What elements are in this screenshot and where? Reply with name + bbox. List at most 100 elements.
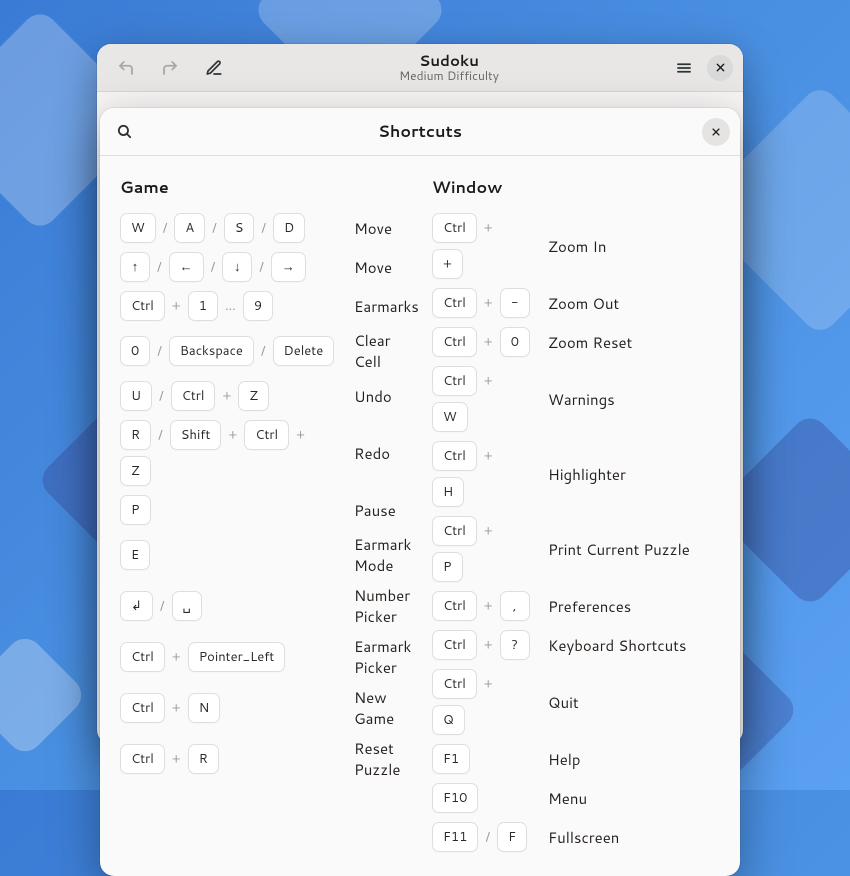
keys: Ctrl + P [432, 516, 530, 582]
shortcuts-dialog: Shortcuts Game W/A/S/DMove↑/←/↓/→MoveCtr… [100, 108, 740, 876]
separator: / [484, 828, 491, 846]
shortcut-row: Ctrl+RReset Puzzle [120, 738, 408, 780]
separator: / [260, 219, 267, 237]
key: Ctrl [120, 291, 165, 321]
key: F10 [432, 783, 478, 813]
shortcut-row: W/A/S/DMove [120, 213, 408, 243]
separator: / [157, 426, 164, 444]
keys: Ctrl+N [120, 693, 336, 723]
shortcut-description: Reset Puzzle [346, 738, 408, 780]
shortcut-description: Zoom In [540, 236, 606, 257]
shortcut-description: Warnings [540, 389, 615, 410]
undo-button[interactable] [111, 53, 141, 83]
key: ← [169, 252, 204, 282]
separator: + [483, 522, 494, 540]
key: Z [120, 456, 151, 486]
key: R [188, 744, 219, 774]
shortcut-row: F11 / F Fullscreen [432, 822, 720, 852]
shortcut-description: Keyboard Shortcuts [540, 635, 686, 656]
key: → [271, 252, 306, 282]
key: ↑ [120, 252, 150, 282]
search-icon[interactable] [110, 117, 138, 147]
separator: + [483, 636, 494, 654]
keys: Ctrl+, [432, 591, 530, 621]
dialog-title: Shortcuts [138, 120, 702, 143]
shortcut-row: ↑/←/↓/→Move [120, 252, 408, 282]
shortcut-row: Ctrl+WWarnings [432, 366, 720, 432]
key: Ctrl [432, 630, 477, 660]
separator: + [295, 426, 306, 444]
key: Backspace [169, 336, 254, 366]
shortcut-description: Redo [346, 443, 390, 464]
shortcut-row: Ctrl+-Zoom Out [432, 288, 720, 318]
key: R [120, 420, 151, 450]
key: ↲ [120, 591, 153, 621]
key: P [432, 552, 463, 582]
key: N [188, 693, 221, 723]
dialog-close-button[interactable] [702, 118, 730, 146]
key: ␣ [172, 591, 202, 621]
key: 1 [188, 291, 218, 321]
key: H [432, 477, 464, 507]
key: Ctrl [244, 420, 289, 450]
separator: + [171, 648, 182, 666]
shortcut-row: Ctrl+Pointer_LeftEarmark Picker [120, 636, 408, 678]
key: Delete [273, 336, 335, 366]
titlebar: Sudoku Medium Difficulty [97, 44, 743, 92]
shortcut-row: U/Ctrl+ZUndo [120, 381, 408, 411]
shortcut-row: Ctrl+QQuit [432, 669, 720, 735]
shortcut-description: Earmark Mode [346, 534, 411, 576]
key: , [500, 591, 530, 621]
key: Ctrl [432, 591, 477, 621]
key: Ctrl [432, 516, 477, 546]
window-rows: Ctrl++Zoom InCtrl+-Zoom OutCtrl+0Zoom Re… [432, 213, 720, 852]
shortcut-row: E Earmark Mode [120, 534, 408, 576]
shortcut-description: Preferences [540, 596, 631, 617]
key: W [120, 213, 156, 243]
shortcut-description: Print Current Puzzle [540, 539, 690, 560]
shortcut-description: New Game [346, 687, 408, 729]
key: F11 [432, 822, 478, 852]
keys: F10 [432, 783, 530, 813]
key: - [500, 288, 530, 318]
key: Ctrl [432, 441, 477, 471]
shortcut-description: Fullscreen [540, 827, 619, 848]
key: U [120, 381, 152, 411]
separator: … [224, 297, 237, 315]
shortcut-description: Zoom Reset [540, 332, 632, 353]
keys: E [120, 540, 336, 570]
shortcut-row: F10Menu [432, 783, 720, 813]
hamburger-menu-button[interactable] [669, 53, 699, 83]
keys: P [120, 495, 336, 525]
keys: F11 / F [432, 822, 530, 852]
keys: Ctrl+0 [432, 327, 530, 357]
separator: + [171, 297, 182, 315]
keys: Ctrl++ [432, 213, 530, 279]
key: Ctrl [120, 744, 165, 774]
window-close-button[interactable] [707, 55, 733, 81]
separator: / [211, 219, 218, 237]
key: 0 [500, 327, 530, 357]
key: Z [238, 381, 269, 411]
window-section: Window Ctrl++Zoom InCtrl+-Zoom OutCtrl+0… [432, 176, 720, 852]
key: F1 [432, 744, 470, 774]
pencil-button[interactable] [199, 53, 229, 83]
separator: + [483, 372, 494, 390]
keys: R/Shift+Ctrl+Z [120, 420, 336, 486]
shortcut-description: Quit [540, 692, 579, 713]
key: F [497, 822, 527, 852]
separator: / [158, 387, 165, 405]
keys: Ctrl + H [432, 441, 530, 507]
separator: + [483, 447, 494, 465]
shortcut-row: Ctrl+HHighlighter [432, 441, 720, 507]
keys: U/Ctrl+Z [120, 381, 336, 411]
key: ↓ [222, 252, 252, 282]
section-title-window: Window [432, 176, 720, 199]
game-rows: W/A/S/DMove↑/←/↓/→MoveCtrl+1…9Earmarks0/… [120, 213, 408, 780]
key: Ctrl [171, 381, 216, 411]
keys: Ctrl+Pointer_Left [120, 642, 336, 672]
redo-button[interactable] [155, 53, 185, 83]
separator: / [258, 258, 265, 276]
key: Shift [170, 420, 222, 450]
shortcut-description: Move [346, 218, 392, 239]
